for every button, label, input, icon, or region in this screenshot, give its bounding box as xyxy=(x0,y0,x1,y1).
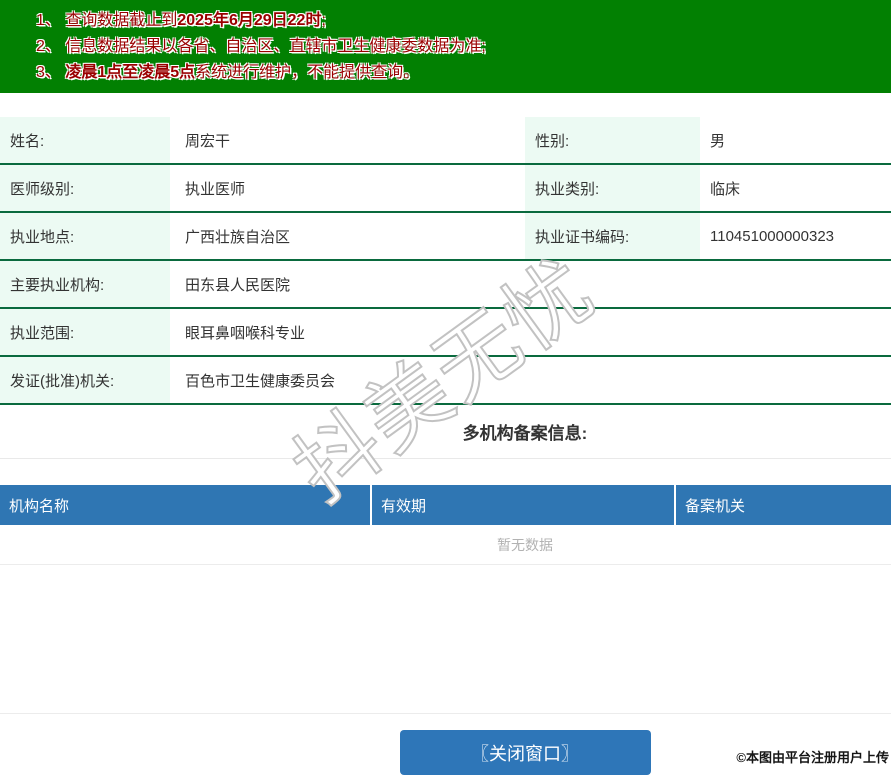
field-label-certificate-no: 执业证书编码: xyxy=(525,213,700,259)
table-row: 执业范围: 眼耳鼻咽喉科专业 xyxy=(0,309,891,357)
multi-org-table-header: 机构名称 有效期 备案机关 xyxy=(0,485,891,525)
field-label-practice-category: 执业类别: xyxy=(525,165,700,211)
notice-line-2: 2、 信息数据结果以各省、自治区、直辖市卫生健康委数据为准; xyxy=(36,38,486,55)
field-value-doctor-level: 执业医师 xyxy=(185,180,246,198)
notice-line-3-text: 3、 xyxy=(36,64,66,81)
field-label-main-institution: 主要执业机构: xyxy=(0,261,170,307)
multi-org-section-title: 多机构备案信息: xyxy=(0,405,891,459)
table-row: 执业地点: 广西壮族自治区 执业证书编码: 110451000000323 xyxy=(0,213,891,261)
notice-line-3-tail: 系统进行维护，不能提供查询。 xyxy=(195,64,420,81)
close-window-button[interactable]: 〖关闭窗口〗 xyxy=(399,730,651,775)
field-value-practice-scope: 眼耳鼻咽喉科专业 xyxy=(185,324,306,342)
column-header-org-name: 机构名称 xyxy=(0,485,372,525)
notice-line-1-tail: ; xyxy=(321,12,326,29)
table-row: 发证(批准)机关: 百色市卫生健康委员会 xyxy=(0,357,891,405)
field-label-name: 姓名: xyxy=(0,117,170,163)
field-value-name: 周宏干 xyxy=(185,132,231,150)
table-row: 姓名: 周宏干 性别: 男 xyxy=(0,117,891,165)
column-header-filing-authority: 备案机关 xyxy=(685,497,746,515)
notice-line-1-text: 1、 查询数据截止到 xyxy=(36,12,178,29)
field-value-practice-category: 临床 xyxy=(710,180,741,198)
field-label-practice-scope: 执业范围: xyxy=(0,309,170,355)
multi-org-table: 机构名称 有效期 备案机关 暂无数据 xyxy=(0,485,891,565)
practitioner-info-table: 姓名: 周宏干 性别: 男 医师级别: 执业医师 执业类别: 临床 执业地点: … xyxy=(0,117,891,405)
notice-line-3: 3、 凌晨1点至凌晨5点系统进行维护，不能提供查询。 xyxy=(36,60,891,86)
notice-line-1: 1、 查询数据截止到2025年6月29日22时; xyxy=(36,8,891,34)
field-value-main-institution: 田东县人民医院 xyxy=(185,276,291,294)
table-row: 医师级别: 执业医师 执业类别: 临床 xyxy=(0,165,891,213)
field-value-gender: 男 xyxy=(710,132,726,150)
field-value-issuing-authority: 百色市卫生健康委员会 xyxy=(185,372,336,390)
copyright-stamp: ©本图由平台注册用户上传 xyxy=(736,750,889,765)
field-value-certificate-no: 110451000000323 xyxy=(710,227,835,245)
field-label-doctor-level: 医师级别: xyxy=(0,165,170,211)
empty-data-row: 暂无数据 xyxy=(0,525,891,565)
footer-divider xyxy=(0,713,891,714)
notice-line-3-bold: 凌晨1点至凌晨5点 xyxy=(65,64,196,81)
table-row: 主要执业机构: 田东县人民医院 xyxy=(0,261,891,309)
column-header-validity: 有效期 xyxy=(372,485,676,525)
notice-banner: 1、 查询数据截止到2025年6月29日22时; 2、 信息数据结果以各省、自治… xyxy=(0,0,891,93)
field-label-practice-location: 执业地点: xyxy=(0,213,170,259)
page-container: 1、 查询数据截止到2025年6月29日22时; 2、 信息数据结果以各省、自治… xyxy=(0,0,891,775)
field-value-practice-location: 广西壮族自治区 xyxy=(185,228,291,246)
field-label-issuing-authority: 发证(批准)机关: xyxy=(0,357,170,403)
notice-line-1-bold: 2025年6月29日22时 xyxy=(177,12,322,29)
field-label-gender: 性别: xyxy=(525,117,700,163)
